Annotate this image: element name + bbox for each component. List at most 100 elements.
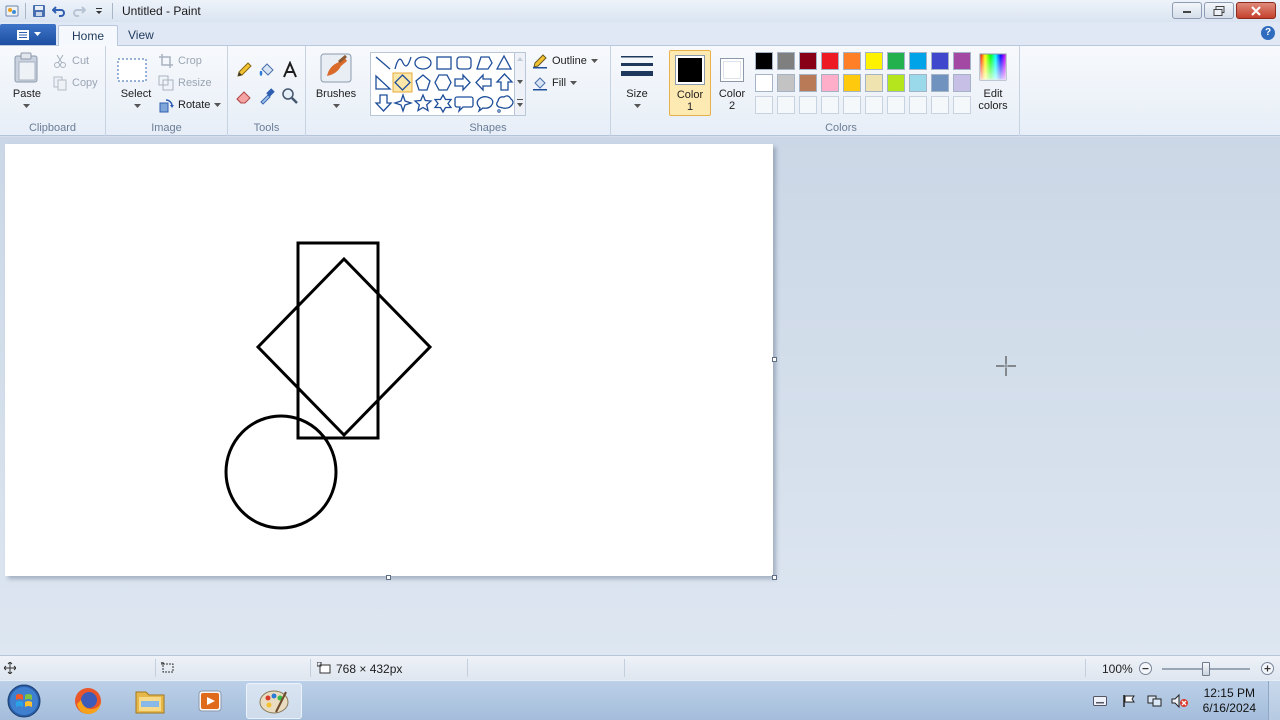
palette-color-swatch[interactable] (865, 74, 883, 92)
help-icon[interactable]: ? (1261, 26, 1275, 40)
palette-color-swatch[interactable] (931, 74, 949, 92)
palette-empty-slot[interactable] (799, 96, 817, 114)
palette-color-swatch[interactable] (953, 74, 971, 92)
palette-empty-slot[interactable] (755, 96, 773, 114)
palette-color-swatch[interactable] (887, 74, 905, 92)
zoom-out-button[interactable] (1139, 662, 1152, 675)
size-button[interactable]: Size (617, 52, 657, 114)
six-point-star-shape[interactable] (433, 93, 453, 114)
tab-view[interactable]: View (115, 25, 167, 47)
palette-empty-slot[interactable] (865, 96, 883, 114)
oval-shape[interactable] (414, 56, 432, 70)
customize-toolbar-chevron-icon[interactable] (89, 1, 109, 21)
curve-shape[interactable] (394, 56, 412, 70)
cut-button[interactable]: Cut (52, 52, 89, 70)
pentagon-shape[interactable] (415, 74, 431, 91)
text-tool[interactable] (280, 60, 300, 80)
line-shape[interactable] (375, 56, 391, 70)
edit-colors-button[interactable]: Edit colors (973, 52, 1013, 114)
tab-home[interactable]: Home (58, 25, 119, 47)
select-button[interactable]: Select (112, 52, 152, 114)
color2-button[interactable]: Color 2 (713, 50, 753, 116)
palette-color-swatch[interactable] (821, 52, 839, 70)
taskbar-paint[interactable] (246, 683, 302, 719)
palette-empty-slot[interactable] (931, 96, 949, 114)
rounded-rectangle-shape[interactable] (456, 56, 472, 70)
palette-color-swatch[interactable] (931, 52, 949, 70)
action-center-flag-icon[interactable] (1122, 694, 1136, 708)
palette-empty-slot[interactable] (909, 96, 927, 114)
down-arrow-shape[interactable] (374, 94, 393, 112)
resize-button[interactable]: Resize (158, 74, 212, 92)
rectangle-shape[interactable] (436, 56, 452, 70)
resize-handle-bottom[interactable] (386, 575, 391, 580)
palette-color-swatch[interactable] (909, 74, 927, 92)
palette-empty-slot[interactable] (887, 96, 905, 114)
palette-color-swatch[interactable] (777, 74, 795, 92)
palette-color-swatch[interactable] (843, 52, 861, 70)
palette-color-swatch[interactable] (887, 52, 905, 70)
fill-tool[interactable] (257, 60, 277, 80)
polygon-shape[interactable] (476, 56, 493, 70)
resize-handle-right[interactable] (772, 357, 777, 362)
paste-dropdown-icon[interactable] (23, 104, 30, 108)
palette-color-swatch[interactable] (953, 52, 971, 70)
palette-empty-slot[interactable] (821, 96, 839, 114)
zoom-in-button[interactable] (1261, 662, 1274, 675)
workspace[interactable] (0, 137, 1280, 655)
close-button[interactable] (1236, 2, 1276, 19)
select-dropdown-icon[interactable] (134, 104, 141, 108)
right-arrow-shape[interactable] (454, 73, 471, 92)
hexagon-shape[interactable] (434, 74, 452, 91)
palette-color-swatch[interactable] (865, 52, 883, 70)
magnifier-tool[interactable] (280, 86, 300, 106)
palette-color-swatch[interactable] (821, 74, 839, 92)
rounded-callout-shape[interactable] (454, 96, 474, 114)
copy-button[interactable]: Copy (52, 74, 98, 92)
outline-button[interactable]: Outline (532, 52, 598, 70)
resize-handle-corner[interactable] (772, 575, 777, 580)
crop-button[interactable]: Crop (158, 52, 202, 70)
eraser-tool[interactable] (234, 86, 254, 106)
paint-app-icon[interactable] (2, 1, 22, 21)
zoom-slider-track[interactable] (1162, 662, 1250, 676)
triangle-shape[interactable] (495, 54, 513, 70)
palette-empty-slot[interactable] (843, 96, 861, 114)
palette-color-swatch[interactable] (777, 52, 795, 70)
minimize-button[interactable] (1172, 2, 1202, 19)
up-arrow-shape[interactable] (495, 73, 514, 91)
show-desktop-button[interactable] (1268, 681, 1280, 720)
cloud-callout-shape[interactable] (496, 95, 514, 113)
palette-color-swatch[interactable] (799, 52, 817, 70)
keyboard-icon[interactable] (1093, 696, 1107, 706)
shapes-scrollbar[interactable] (514, 52, 526, 116)
save-icon[interactable] (29, 1, 49, 21)
palette-empty-slot[interactable] (777, 96, 795, 114)
right-triangle-shape[interactable] (375, 74, 392, 90)
restore-button[interactable] (1204, 2, 1234, 19)
pencil-tool[interactable] (234, 60, 254, 80)
rotate-button[interactable]: Rotate (158, 96, 222, 114)
taskbar-file-explorer[interactable] (122, 683, 178, 719)
paint-menu-button[interactable] (0, 24, 56, 45)
color1-button[interactable]: Color 1 (669, 50, 711, 116)
palette-color-swatch[interactable] (755, 52, 773, 70)
palette-color-swatch[interactable] (843, 74, 861, 92)
start-button[interactable] (5, 683, 43, 719)
palette-empty-slot[interactable] (953, 96, 971, 114)
five-point-star-shape[interactable] (413, 93, 433, 112)
network-icon[interactable] (1147, 694, 1163, 708)
four-point-star-shape[interactable] (392, 92, 414, 114)
palette-color-swatch[interactable] (799, 74, 817, 92)
system-clock[interactable]: 12:15 PM 6/16/2024 (1203, 686, 1256, 716)
palette-color-swatch[interactable] (909, 52, 927, 70)
fill-button[interactable]: Fill (532, 74, 578, 92)
paste-button[interactable]: Paste (8, 52, 46, 114)
redo-icon[interactable] (69, 1, 89, 21)
drawing-canvas[interactable] (5, 144, 773, 576)
brushes-button[interactable]: Brushes (314, 52, 358, 114)
oval-callout-shape[interactable] (476, 96, 494, 113)
taskbar-media-player[interactable] (182, 683, 238, 719)
palette-color-swatch[interactable] (755, 74, 773, 92)
volume-muted-icon[interactable] (1171, 694, 1189, 708)
